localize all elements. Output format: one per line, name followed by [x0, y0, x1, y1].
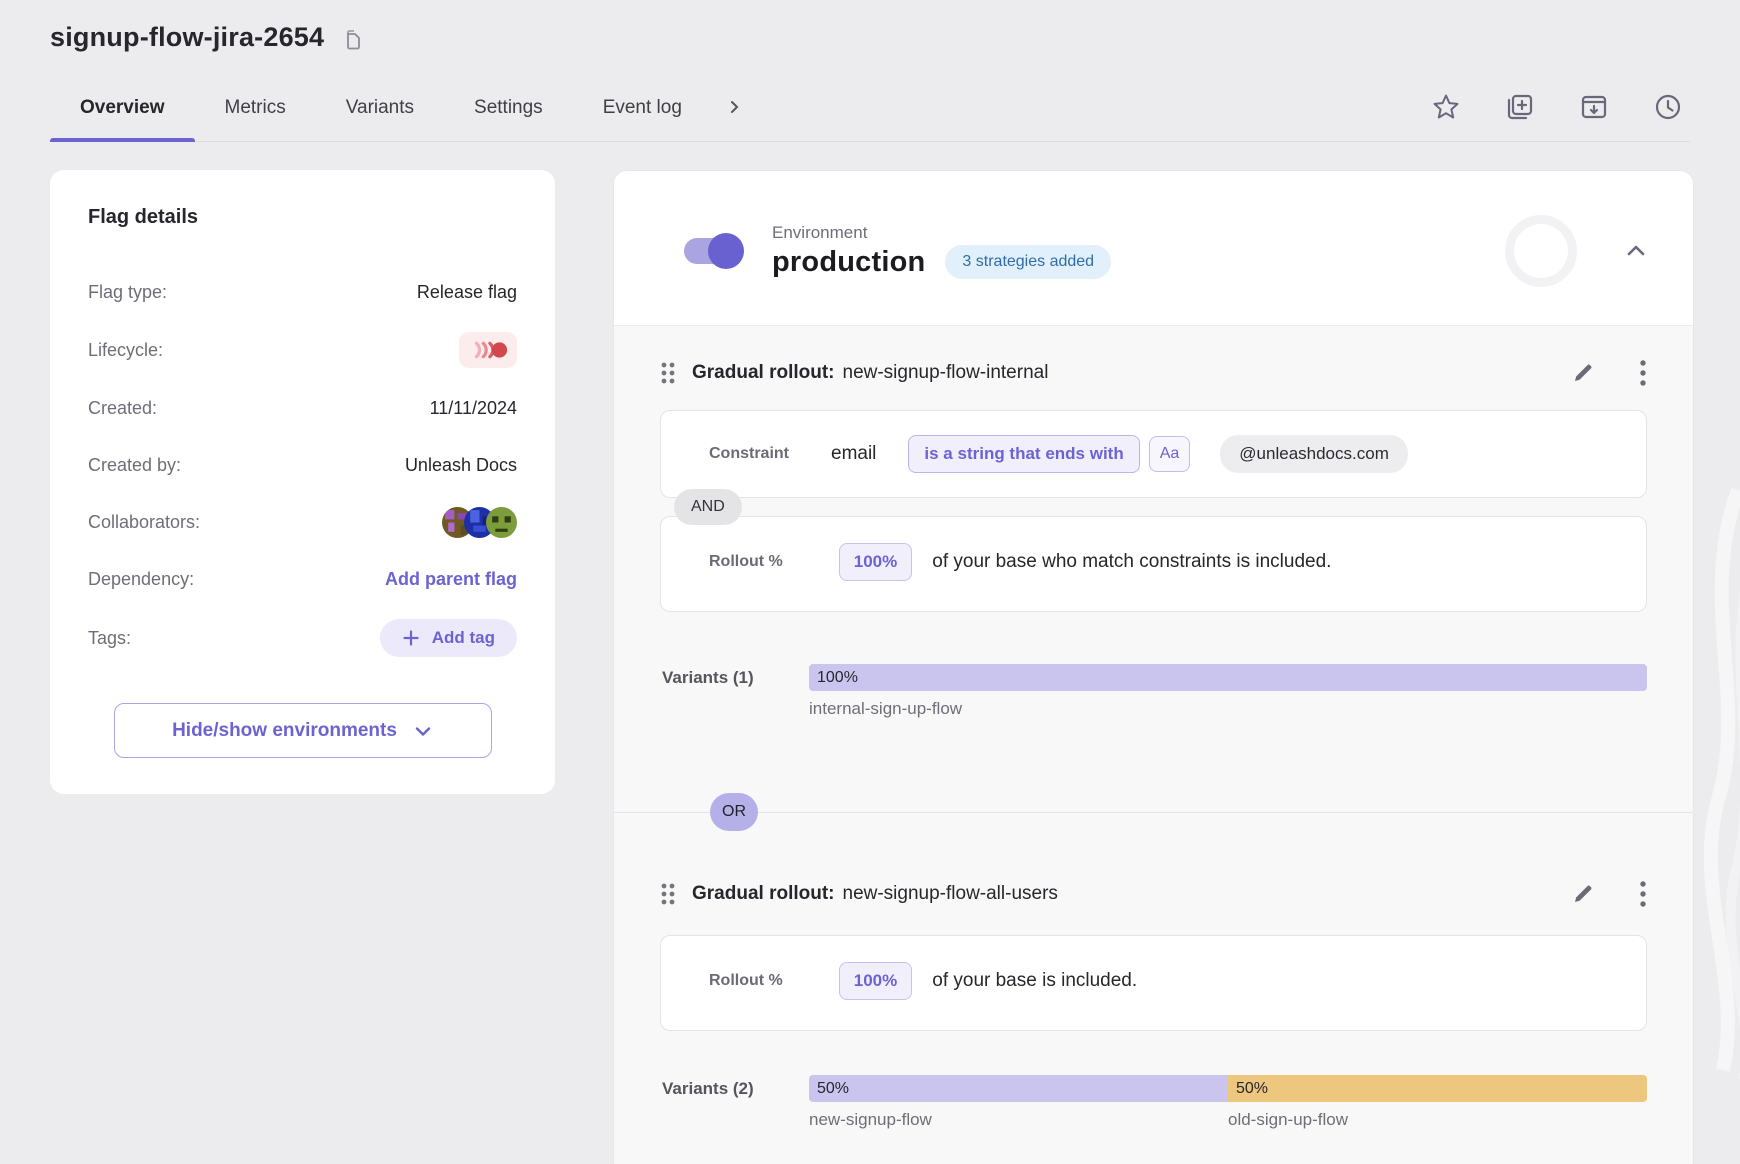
flag-type-row: Flag type: Release flag — [88, 275, 517, 309]
tab-settings[interactable]: Settings — [444, 79, 573, 141]
rollout-label: Rollout % — [709, 972, 783, 990]
variants-row-2: Variants (2) 50% 50% new-signup-flow — [662, 1075, 1647, 1136]
flag-details-card: Flag details Flag type: Release flag Lif… — [50, 170, 555, 794]
variants-label: Variants (1) — [662, 664, 809, 725]
or-connector: OR — [710, 793, 758, 831]
strategy-2-header: Gradual rollout:new-signup-flow-all-user… — [660, 879, 1647, 909]
and-connector: AND — [674, 489, 742, 525]
created-label: Created: — [88, 398, 157, 419]
drag-handle-icon[interactable] — [660, 360, 676, 386]
drag-handle-icon[interactable] — [660, 881, 676, 907]
tags-label: Tags: — [88, 628, 131, 649]
created-row: Created: 11/11/2024 — [88, 391, 517, 425]
variant-name: new-signup-flow — [809, 1110, 932, 1130]
environment-label: Environment — [772, 223, 1111, 243]
rollout-description: of your base who match constraints is in… — [932, 551, 1331, 573]
strategy-menu-icon[interactable] — [1639, 358, 1647, 388]
tab-overview[interactable]: Overview — [50, 79, 195, 141]
environment-toggle[interactable] — [684, 238, 742, 264]
variant-bar: 50% — [1228, 1075, 1647, 1102]
tab-event-log[interactable]: Event log — [573, 79, 712, 141]
strategy-2-title: Gradual rollout:new-signup-flow-all-user… — [692, 883, 1058, 905]
rollout-percent-badge: 100% — [839, 962, 912, 1000]
variant-name: internal-sign-up-flow — [809, 699, 962, 719]
collaborators-row: Collaborators: — [88, 505, 517, 539]
rollout-percent-badge: 100% — [839, 543, 912, 581]
flag-toolbar — [1430, 91, 1690, 141]
lifecycle-row: Lifecycle: — [88, 332, 517, 368]
created-by-label: Created by: — [88, 455, 181, 476]
flag-type-value: Release flag — [417, 282, 517, 303]
constraint-operator: is a string that ends with — [908, 435, 1139, 473]
variants-row-1: Variants (1) 100% internal-sign-up-flow — [662, 664, 1647, 725]
rollout-box-2: Rollout % 100% of your base is included. — [660, 935, 1647, 1031]
dependency-row: Dependency: Add parent flag — [88, 562, 517, 596]
edit-strategy-icon[interactable] — [1571, 882, 1595, 906]
flag-details-heading: Flag details — [88, 206, 517, 229]
created-by-row: Created by: Unleash Docs — [88, 448, 517, 482]
environment-name: production — [772, 246, 925, 279]
constraint-box: Constraint email is a string that ends w… — [660, 410, 1647, 498]
add-tag-button[interactable]: Add tag — [380, 619, 517, 657]
dependency-label: Dependency: — [88, 569, 194, 590]
strategy-1-title: Gradual rollout:new-signup-flow-internal — [692, 362, 1048, 384]
chevron-right-icon[interactable] — [726, 99, 742, 121]
metrics-ring — [1505, 215, 1577, 287]
variant-bar: 50% — [809, 1075, 1228, 1102]
main-content: Flag details Flag type: Release flag Lif… — [0, 142, 1740, 1082]
hide-show-environments-button[interactable]: Hide/show environments — [114, 703, 492, 758]
flag-overview-page: signup-flow-jira-2654 Overview Metrics V… — [0, 0, 1740, 1082]
archive-icon[interactable] — [1578, 91, 1610, 123]
case-sensitivity-badge: Aa — [1149, 436, 1191, 472]
copy-add-icon[interactable] — [1504, 91, 1536, 123]
tags-row: Tags: Add tag — [88, 619, 517, 657]
history-clock-icon[interactable] — [1652, 91, 1684, 123]
tab-variants[interactable]: Variants — [316, 79, 444, 141]
environment-header: Environment production 3 strategies adde… — [614, 171, 1693, 326]
environment-title: Environment production 3 strategies adde… — [772, 223, 1111, 279]
variants-label: Variants (2) — [662, 1075, 809, 1136]
add-parent-flag-link[interactable]: Add parent flag — [385, 569, 517, 590]
strategy-menu-icon[interactable] — [1639, 879, 1647, 909]
page-title: signup-flow-jira-2654 — [50, 22, 324, 53]
tab-metrics[interactable]: Metrics — [195, 79, 316, 141]
chevron-down-icon — [413, 721, 433, 741]
lifecycle-label: Lifecycle: — [88, 340, 163, 361]
tab-bar: Overview Metrics Variants Settings Event… — [50, 79, 742, 141]
page-header: signup-flow-jira-2654 Overview Metrics V… — [0, 0, 1740, 142]
created-by-value: Unleash Docs — [405, 455, 517, 476]
collaborators-label: Collaborators: — [88, 512, 200, 533]
or-divider: OR — [660, 793, 1647, 831]
strategies-count-badge: 3 strategies added — [945, 245, 1111, 279]
avatar — [486, 507, 517, 538]
add-tag-label: Add tag — [432, 628, 495, 648]
variant-bar: 100% — [809, 664, 1647, 691]
lifecycle-live-icon[interactable] — [459, 332, 517, 368]
constraint-value: @unleashdocs.com — [1220, 435, 1408, 473]
strategy-1-header: Gradual rollout:new-signup-flow-internal — [660, 358, 1647, 388]
collaborator-avatars — [442, 507, 517, 538]
copy-flag-name-icon[interactable] — [340, 28, 364, 52]
constraint-label: Constraint — [709, 445, 789, 463]
edit-strategy-icon[interactable] — [1571, 361, 1595, 385]
chevron-up-icon[interactable] — [1623, 238, 1649, 264]
favorite-star-icon[interactable] — [1430, 91, 1462, 123]
plus-icon — [402, 629, 420, 647]
rollout-description: of your base is included. — [932, 970, 1137, 992]
constraint-field: email — [831, 443, 876, 465]
flag-type-label: Flag type: — [88, 282, 167, 303]
strategy-list: Gradual rollout:new-signup-flow-internal… — [614, 326, 1693, 1136]
environment-card: Environment production 3 strategies adde… — [613, 170, 1694, 1164]
rollout-label: Rollout % — [709, 553, 783, 571]
variant-name: old-sign-up-flow — [1228, 1110, 1348, 1130]
rollout-box-1: Rollout % 100% of your base who match co… — [660, 516, 1647, 612]
created-value: 11/11/2024 — [430, 398, 517, 419]
